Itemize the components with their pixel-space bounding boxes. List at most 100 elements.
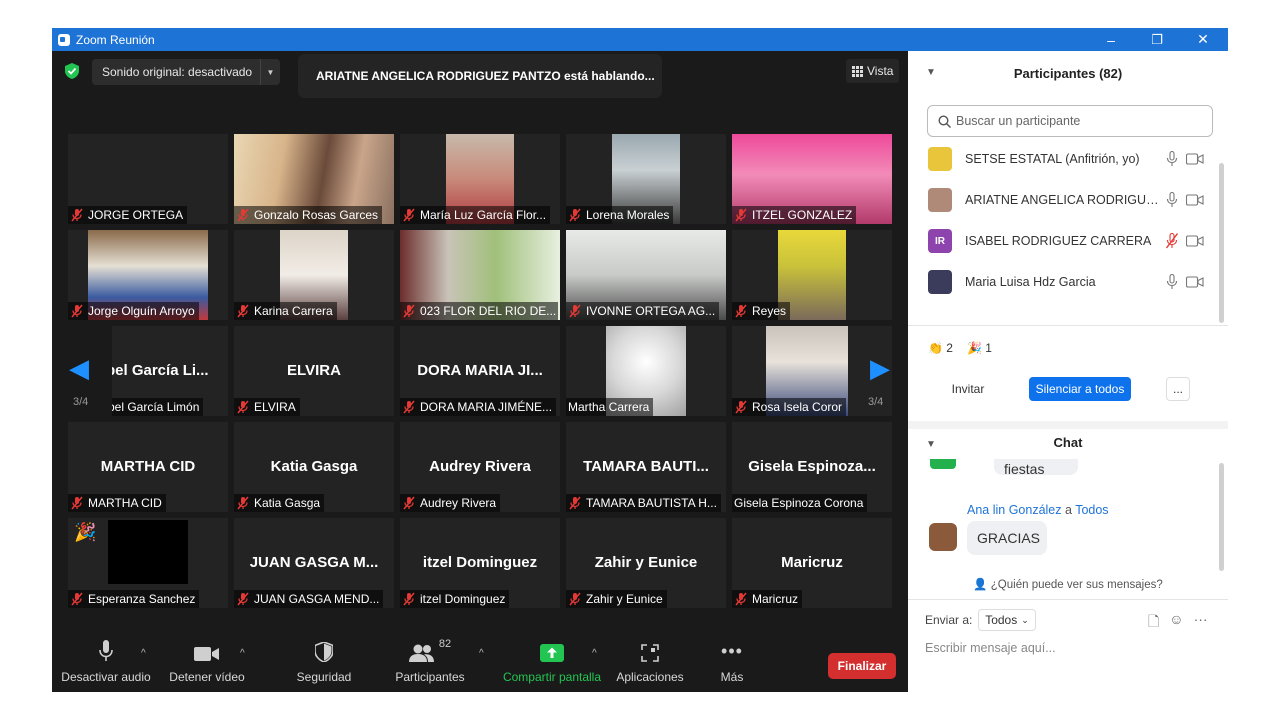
participants-button[interactable]: 82 Participantes — [390, 632, 470, 692]
party-reaction: 🎉 1 — [967, 341, 992, 355]
participant-name-label: Maricruz — [732, 590, 803, 608]
microphone-icon[interactable] — [1166, 274, 1178, 290]
participant-tile[interactable]: itzel Dominguez itzel Dominguez — [400, 518, 560, 608]
participant-tile[interactable]: bel García Li... bel García Limón — [112, 326, 228, 416]
participant-tile[interactable]: 🎉 Esperanza Sanchez — [68, 518, 228, 608]
video-camera-icon[interactable] — [1186, 276, 1204, 288]
participants-scrollbar[interactable] — [1219, 163, 1224, 323]
chat-sender-name[interactable]: Ana lin González — [967, 503, 1062, 517]
participant-tile[interactable]: IVONNE ORTEGA AG... — [566, 230, 726, 320]
participant-name: Audrey Rivera — [420, 496, 497, 510]
participant-tile[interactable]: ITZEL GONZALEZ — [732, 134, 892, 224]
participant-tile[interactable]: Lorena Morales — [566, 134, 726, 224]
participant-row[interactable]: IR ISABEL RODRIGUEZ CARRERA — [908, 221, 1218, 261]
participant-tile[interactable]: Gisela Espinoza... Gisela Espinoza Corona — [732, 422, 892, 512]
participant-tile[interactable]: TAMARA BAUTI... TAMARA BAUTISTA H... — [566, 422, 726, 512]
participant-tile[interactable]: DORA MARIA JI... DORA MARIA JIMÉNE... — [400, 326, 560, 416]
participant-tile[interactable]: 023 FLOR DEL RIO DE... — [400, 230, 560, 320]
participants-header: ▼ Participantes (82) — [908, 51, 1228, 97]
original-sound-toggle[interactable]: Sonido original: desactivado ▼ — [92, 59, 280, 85]
chevron-down-icon[interactable]: ▼ — [260, 59, 280, 85]
end-meeting-button[interactable]: Finalizar — [828, 653, 896, 679]
participant-display-name: MARTHA CID — [100, 458, 196, 475]
who-can-see-label: ¿Quién puede ver sus mensajes? — [990, 579, 1163, 591]
participant-tile[interactable]: JORGE ORTEGA — [68, 134, 228, 224]
participant-name-label: Gonzalo Rosas Garces — [234, 206, 383, 224]
prev-page-arrow-icon[interactable]: ◀ — [66, 353, 92, 384]
share-screen-button[interactable]: Compartir pantalla — [500, 632, 604, 692]
participant-display-name: JUAN GASGA M... — [249, 554, 379, 571]
participant-tile[interactable]: Audrey Rivera Audrey Rivera — [400, 422, 560, 512]
participant-tile[interactable]: Karina Carrera — [234, 230, 394, 320]
mute-audio-button[interactable]: Desactivar audio — [58, 632, 154, 692]
encryption-shield-icon[interactable] — [65, 63, 79, 79]
stop-video-button[interactable]: Detener vídeo — [164, 632, 250, 692]
participant-tile[interactable]: Zahir y Eunice Zahir y Eunice — [566, 518, 726, 608]
participant-tile[interactable]: MARTHA CID MARTHA CID — [68, 422, 228, 512]
send-to-dropdown[interactable]: Todos ⌄ — [978, 609, 1036, 631]
zoom-window: Zoom Reunión – ❐ ✕ Sonido original: desa… — [52, 28, 1228, 692]
participant-display-name: itzel Dominguez — [422, 554, 538, 571]
participant-tile[interactable]: Gonzalo Rosas Garces — [234, 134, 394, 224]
participant-tile[interactable]: Reyes — [732, 230, 892, 320]
participant-tile[interactable]: Martha Carrera — [566, 326, 726, 416]
chat-scrollbar[interactable] — [1219, 463, 1224, 571]
participant-name: Rosa Isela Coror — [752, 400, 843, 414]
participant-tile[interactable]: ELVIRA ELVIRA — [234, 326, 394, 416]
who-can-see-link[interactable]: 👤 ¿Quién puede ver sus mensajes? — [908, 577, 1228, 591]
chat-message-input[interactable]: Escribir mensaje aquí... — [925, 641, 1056, 655]
participant-name: IVONNE ORTEGA AG... — [586, 304, 716, 318]
participant-row[interactable]: SETSE ESTATAL (Anfitrión, yo) — [908, 139, 1218, 179]
participant-row[interactable]: Maria Luisa Hdz Garcia — [908, 262, 1218, 302]
restore-button[interactable]: ❐ — [1134, 28, 1180, 51]
participant-video — [108, 520, 188, 584]
more-button[interactable]: ••• Más — [702, 632, 762, 692]
participant-tile[interactable]: Katia Gasga Katia Gasga — [234, 422, 394, 512]
audio-options-caret-icon[interactable]: ^ — [141, 648, 146, 659]
video-camera-icon[interactable] — [1186, 153, 1204, 165]
apps-button[interactable]: Aplicaciones — [614, 632, 686, 692]
microphone-icon[interactable] — [1166, 192, 1178, 208]
page-indicator-left: 3/4 — [73, 396, 89, 408]
active-speaker-banner: ARIATNE ANGELICA RODRIGUEZ PANTZO está h… — [298, 54, 662, 98]
muted-mic-icon[interactable] — [1166, 233, 1178, 249]
close-button[interactable]: ✕ — [1180, 28, 1226, 51]
participant-tile[interactable]: María Luz García Flor... — [400, 134, 560, 224]
participant-tile[interactable]: JUAN GASGA M... JUAN GASGA MEND... — [234, 518, 394, 608]
participant-name-label: DORA MARIA JIMÉNE... — [400, 398, 557, 416]
file-icon[interactable]: 🗋 — [1148, 611, 1159, 635]
participant-name-label: Martha Carrera — [566, 398, 654, 416]
participant-search-input[interactable]: Buscar un participante — [927, 105, 1213, 137]
chat-recipient[interactable]: Todos — [1075, 503, 1108, 517]
security-shield-icon — [315, 642, 333, 662]
share-options-caret-icon[interactable]: ^ — [592, 648, 597, 659]
more-dots-icon[interactable]: ··· — [1194, 611, 1208, 635]
video-camera-icon[interactable] — [1186, 194, 1204, 206]
participant-name: itzel Dominguez — [420, 592, 506, 606]
mute-all-button[interactable]: Silenciar a todos — [1029, 377, 1131, 401]
emoji-icon[interactable]: ☺ — [1169, 611, 1183, 635]
participants-more-button[interactable]: ... — [1166, 377, 1190, 401]
page-indicator-right: 3/4 — [868, 396, 884, 408]
invite-button[interactable]: Invitar — [945, 377, 991, 401]
next-page-arrow-icon[interactable]: ▶ — [867, 353, 893, 384]
search-icon — [938, 115, 951, 128]
participant-name: JORGE ORTEGA — [88, 208, 184, 222]
participants-options-caret-icon[interactable]: ^ — [479, 648, 484, 659]
participant-row[interactable]: ARIATNE ANGELICA RODRIGUEZ PANTZO — [908, 180, 1218, 220]
video-camera-icon[interactable] — [1186, 235, 1204, 247]
participant-name-label: Audrey Rivera — [400, 494, 501, 512]
view-button[interactable]: Vista — [846, 59, 900, 83]
security-button[interactable]: Seguridad — [288, 632, 360, 692]
participant-display-name: bel García Li... — [112, 362, 209, 379]
participant-name: Karina Carrera — [254, 304, 333, 318]
chat-messages: felices fiestas Ana lin González a Todos… — [908, 459, 1228, 567]
participant-tile[interactable]: Jorge Olguín Arroyo — [68, 230, 228, 320]
minimize-button[interactable]: – — [1088, 28, 1134, 51]
original-sound-label: Sonido original: desactivado — [102, 65, 253, 79]
video-options-caret-icon[interactable]: ^ — [240, 648, 245, 659]
microphone-icon[interactable] — [1166, 151, 1178, 167]
participant-tile[interactable]: Maricruz Maricruz — [732, 518, 892, 608]
participant-name: Gisela Espinoza Corona — [734, 496, 864, 510]
participant-name-label: Zahir y Eunice — [566, 590, 667, 608]
